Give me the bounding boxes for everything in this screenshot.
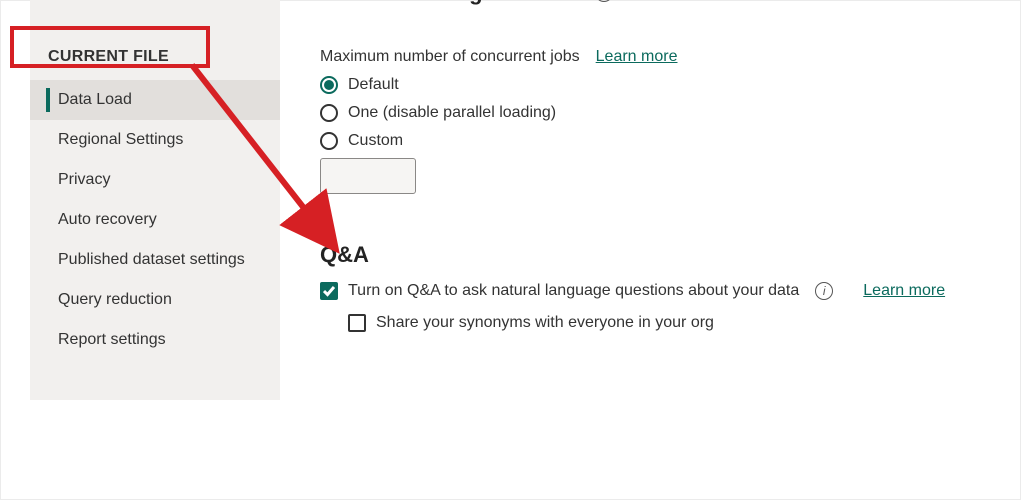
info-icon[interactable]: i [595,0,613,2]
main-content: Parallel loading of tables i Maximum num… [320,0,1011,500]
checkbox-icon [320,282,338,300]
checkbox-icon [348,314,366,332]
section-title-parallel-loading: Parallel loading of tables i [320,0,1011,6]
radio-icon [320,132,338,150]
radio-label: Default [348,76,399,94]
sidebar-item-auto-recovery[interactable]: Auto recovery [30,200,280,240]
sidebar-item-query-reduction[interactable]: Query reduction [30,280,280,320]
info-icon[interactable]: i [815,282,833,300]
sidebar-item-label: Auto recovery [58,211,157,229]
radio-label: One (disable parallel loading) [348,104,556,122]
radio-custom[interactable]: Custom [320,132,1011,150]
label-max-concurrent-jobs: Maximum number of concurrent jobs [320,48,580,66]
checkbox-label: Share your synonyms with everyone in you… [376,314,714,332]
radio-one[interactable]: One (disable parallel loading) [320,104,1011,122]
link-learn-more-qa[interactable]: Learn more [863,282,945,300]
checkbox-label: Turn on Q&A to ask natural language ques… [348,282,799,300]
checkbox-row-share-synonyms[interactable]: Share your synonyms with everyone in you… [348,314,1011,332]
sidebar-item-published-dataset-settings[interactable]: Published dataset settings [30,240,280,280]
sidebar-item-label: Report settings [58,331,166,349]
section-title-qa: Q&A [320,242,1011,268]
sidebar-item-report-settings[interactable]: Report settings [30,320,280,360]
radio-icon [320,104,338,122]
sidebar-item-label: Published dataset settings [58,251,245,269]
sidebar-header: CURRENT FILE [30,38,280,80]
radio-default[interactable]: Default [320,76,1011,94]
sidebar-item-data-load[interactable]: Data Load [30,80,280,120]
checkbox-row-turn-on-qa[interactable]: Turn on Q&A to ask natural language ques… [320,282,1011,300]
input-custom-jobs[interactable] [320,158,416,194]
sidebar: CURRENT FILE Data Load Regional Settings… [30,0,280,400]
sidebar-item-label: Query reduction [58,291,172,309]
sidebar-item-label: Regional Settings [58,131,183,149]
section-title-text: Parallel loading of tables [320,0,579,6]
sidebar-item-privacy[interactable]: Privacy [30,160,280,200]
link-learn-more-parallel[interactable]: Learn more [596,48,678,66]
row-max-concurrent-jobs: Maximum number of concurrent jobs Learn … [320,48,1011,66]
sidebar-item-label: Privacy [58,171,110,189]
sidebar-item-regional-settings[interactable]: Regional Settings [30,120,280,160]
radio-icon [320,76,338,94]
radio-label: Custom [348,132,403,150]
sidebar-item-label: Data Load [58,91,132,109]
